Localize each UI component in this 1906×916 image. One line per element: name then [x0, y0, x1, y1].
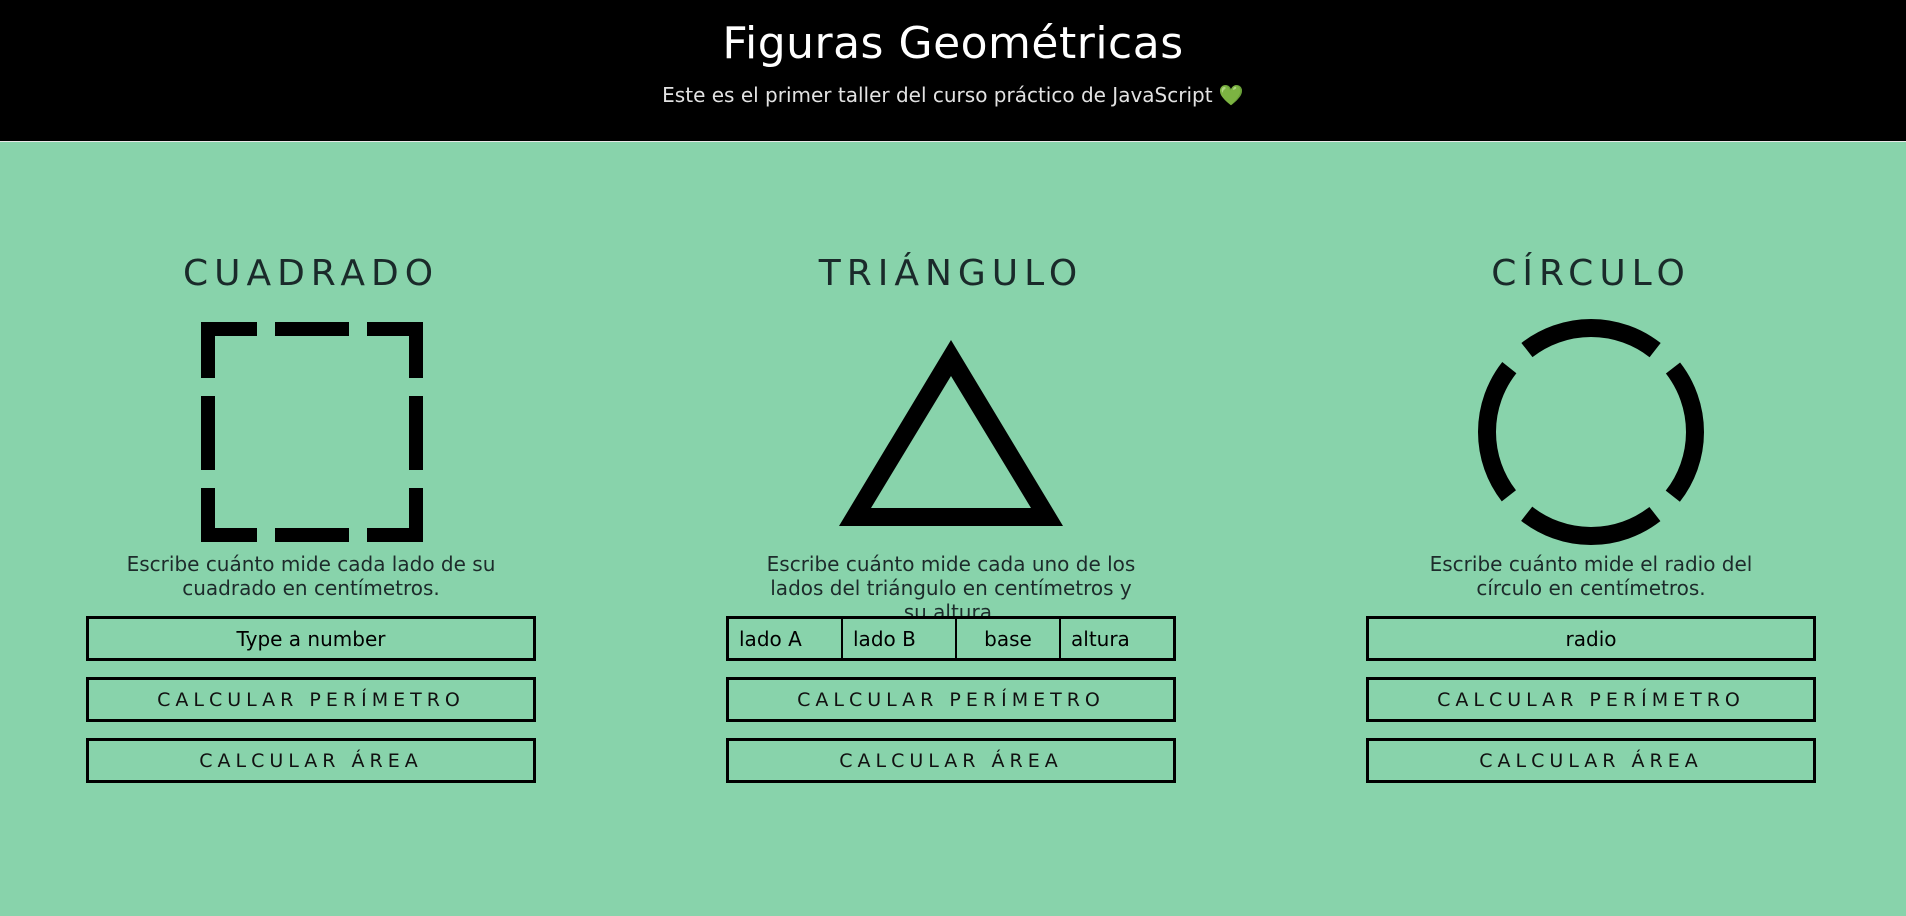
square-title: CUADRADO	[182, 253, 440, 294]
triangle-description: Escribe cuánto mide cada uno de los lado…	[766, 552, 1136, 624]
circle-description: Escribe cuánto mide el radio del círculo…	[1429, 552, 1753, 600]
triangle-side-b-input[interactable]: lado B	[842, 616, 956, 661]
triangle-card: TRIÁNGULO Escribe cuánto mide cada uno d…	[726, 142, 1176, 783]
dashed-circle-icon	[1478, 319, 1704, 545]
square-description: Escribe cuánto mide cada lado de su cuad…	[126, 552, 496, 600]
circle-title: CÍRCULO	[1491, 253, 1691, 294]
square-side-input[interactable]: Type a number	[86, 616, 536, 661]
circle-radius-input[interactable]: radio	[1366, 616, 1816, 661]
triangle-base-input[interactable]: base	[956, 616, 1060, 661]
square-card: CUADRADO Escribe cuánto mide cada lado d…	[86, 142, 536, 783]
triangle-area-button[interactable]: Calcular área	[726, 738, 1176, 783]
triangle-height-input[interactable]: altura	[1060, 616, 1176, 661]
circle-shape-wrap	[1366, 312, 1816, 552]
circle-card: CÍRCULO Escribe cuánto mide el radio del…	[1366, 142, 1816, 783]
triangle-perimeter-button[interactable]: Calcular perímetro	[726, 677, 1176, 722]
triangle-icon	[839, 340, 1063, 526]
triangle-shape-wrap	[726, 312, 1176, 552]
circle-perimeter-button[interactable]: Calcular perímetro	[1366, 677, 1816, 722]
circle-area-button[interactable]: Calcular área	[1366, 738, 1816, 783]
page-title: Figuras Geométricas	[722, 18, 1184, 69]
square-perimeter-button[interactable]: Calcular perímetro	[86, 677, 536, 722]
square-area-button[interactable]: Calcular área	[86, 738, 536, 783]
triangle-inputs: lado A lado B base altura	[726, 616, 1176, 661]
subtitle-text: Este es el primer taller del curso práct…	[662, 83, 1213, 107]
page-header: Figuras Geométricas Este es el primer ta…	[0, 0, 1906, 142]
green-heart-icon: 💚	[1218, 83, 1244, 107]
dashed-square-icon	[201, 322, 423, 542]
triangle-title: TRIÁNGULO	[818, 253, 1084, 294]
main-content: CUADRADO Escribe cuánto mide cada lado d…	[0, 142, 1906, 916]
square-shape-wrap	[86, 312, 536, 552]
page-subtitle: Este es el primer taller del curso práct…	[0, 83, 1906, 107]
triangle-side-a-input[interactable]: lado A	[726, 616, 842, 661]
